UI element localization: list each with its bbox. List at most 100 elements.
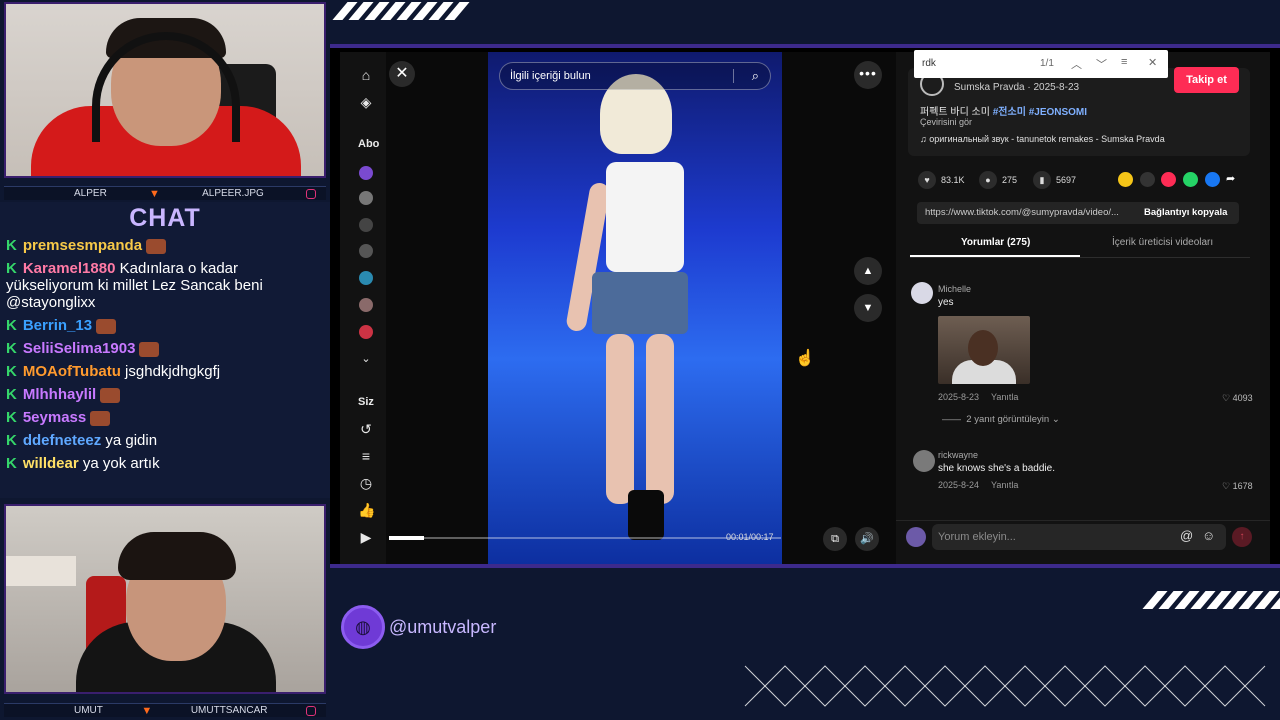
music-link[interactable]: ♫ оригинальный звук - tanunetok remakes … [920,134,1165,144]
chevron-down-icon[interactable]: ▼ [854,294,882,322]
like-icon[interactable]: 👍 [358,502,375,518]
share-icon[interactable]: ➦ [1226,172,1241,187]
chevron-down-icon[interactable]: ﹀ [1096,56,1107,72]
heart-icon[interactable]: ♥ [918,171,936,189]
video-icon[interactable]: ▶ [358,529,374,545]
send-icon[interactable] [1161,172,1176,187]
chat-username[interactable]: 5eymass [23,409,86,426]
coin-icon[interactable] [1118,172,1133,187]
chat-username[interactable]: Mlhhhaylil [23,386,96,403]
heart-icon[interactable]: ♡ [1222,481,1230,491]
emoji-icon[interactable]: ☺ [1202,528,1215,543]
search-icon[interactable]: ⌕ [752,63,759,89]
explore-icon[interactable]: ◈ [358,94,374,110]
more-options-icon[interactable]: ••• [854,61,882,89]
save-stat[interactable]: ▮ 5697 [1033,171,1076,189]
followed-avatar[interactable] [359,298,373,312]
kick-badge-icon: K [6,386,17,403]
followed-avatar[interactable] [359,166,373,180]
comment-like[interactable]: ♡ 4093 [1222,393,1253,404]
chat-message: K Mlhhhaylil [0,383,330,406]
my-avatar [906,527,926,547]
followed-avatar[interactable] [359,191,373,205]
close-icon[interactable]: ✕ [389,61,415,87]
comment-stat[interactable]: ● 275 [979,171,1017,189]
chat-username[interactable]: willdear [23,455,79,472]
cam-label-left: UMUT [74,705,103,716]
chevron-up-icon[interactable]: ▲ [854,257,882,285]
playlist-icon[interactable]: ≡ [358,448,374,464]
save-count: 5697 [1056,175,1077,185]
followed-avatar[interactable] [359,271,373,285]
comment-gif[interactable] [938,316,1030,384]
copy-link-button[interactable]: Bağlantıyı kopyala [1144,202,1227,224]
chat-message: K MOAofTubatu jsghdkjdhgkgfj [0,360,330,383]
history-icon[interactable]: ↺ [358,421,374,437]
reply-button[interactable]: Yanıtla [991,480,1018,490]
chevron-up-icon[interactable]: ︿ [1071,56,1082,72]
cam-label-right: ALPEER.JPG [202,188,264,199]
video-player[interactable] [488,52,782,564]
comment-like[interactable]: ♡ 1678 [1222,481,1253,492]
tab-creator-videos[interactable]: İçerik üreticisi videoları [1112,237,1213,248]
shelf [6,556,76,586]
kick-badge-icon: K [6,237,17,254]
commenter-avatar[interactable] [913,450,935,472]
follow-button[interactable]: Takip et [1174,67,1239,93]
chevron-down-icon[interactable]: ⌄ [1052,414,1060,425]
commenter-name[interactable]: rickwayne [938,450,978,460]
progress-fill [389,536,424,540]
author-meta[interactable]: Sumska Pravda · 2025-8-23 [954,82,1079,93]
find-in-page-bar[interactable]: rdk 1/1 ︿ ﹀ ≡ ✕ [914,50,1168,78]
instagram-icon [306,188,316,199]
heart-icon[interactable]: ♡ [1222,393,1230,403]
mouse-cursor-icon: ☝ [795,350,815,367]
floating-player-icon[interactable]: ⧉ [823,527,847,551]
followed-avatar[interactable] [359,218,373,232]
like-stat[interactable]: ♥ 83.1K [918,171,965,189]
send-comment-button[interactable]: ↑ [1232,527,1252,547]
performer [646,334,674,504]
followed-avatar[interactable] [359,244,373,258]
find-query[interactable]: rdk [922,58,936,69]
chat-username[interactable]: Berrin_13 [23,317,92,334]
chat-username[interactable]: Karamel1880 [23,260,116,277]
tab-comments[interactable]: Yorumlar (275) [961,237,1030,248]
commenter-avatar[interactable] [911,282,933,304]
commenter-name[interactable]: Michelle [938,284,971,294]
volume-icon[interactable]: 🔊 [855,527,879,551]
reply-button[interactable]: Yanıtla [991,392,1018,402]
triangle-icon: ▼ [149,187,160,200]
view-replies-label[interactable]: 2 yanıt görüntüleyin [966,414,1049,425]
clock-icon[interactable]: ◷ [358,475,374,491]
view-replies-button[interactable]: —— 2 yanıt görüntüleyin ⌄ [942,414,1060,425]
bookmark-icon[interactable]: ▮ [1033,171,1051,189]
emote-icon [146,238,167,254]
chat-username[interactable]: SeliiSelima1903 [23,340,136,357]
cam-name-bar-bottom: UMUT ▼ UMUTTSANCAR [4,703,326,717]
chat-username[interactable]: ddefneteez [23,432,101,449]
emote-icon [96,318,117,334]
like-count: 83.1K [941,175,965,185]
chat-message: Kpremsesmpanda [0,234,330,257]
chevron-down-icon[interactable]: ⌄ [358,351,374,367]
followed-avatar[interactable] [359,325,373,339]
close-icon[interactable]: ✕ [1148,56,1157,69]
chat-message: Kwilldear ya yok artık [0,452,330,475]
facebook-icon[interactable] [1205,172,1220,187]
comment-icon[interactable]: ● [979,171,997,189]
progress-track[interactable] [389,537,781,539]
chat-list: Kpremsesmpanda K Karamel1880 Kadınlara o k… [0,234,330,475]
chat-username[interactable]: MOAofTubatu [23,363,121,380]
related-search-input[interactable]: İlgili içeriği bulun ⌕ [499,62,771,90]
filter-icon[interactable]: ≡ [1121,56,1127,68]
comment-date: 2025-8-24 [938,480,980,490]
home-icon[interactable]: ⌂ [358,67,374,83]
embed-icon[interactable] [1140,172,1155,187]
mention-icon[interactable]: @ [1180,528,1193,543]
hashtags[interactable]: #전소미 #JEONSOMI [993,107,1087,118]
chat-username[interactable]: premsesmpanda [23,237,142,254]
whatsapp-icon[interactable] [1183,172,1198,187]
translate-link[interactable]: Çevirisini gör [920,117,972,127]
chat-panel: CHAT Kpremsesmpanda K Karamel1880 Kadınlar… [0,202,330,498]
